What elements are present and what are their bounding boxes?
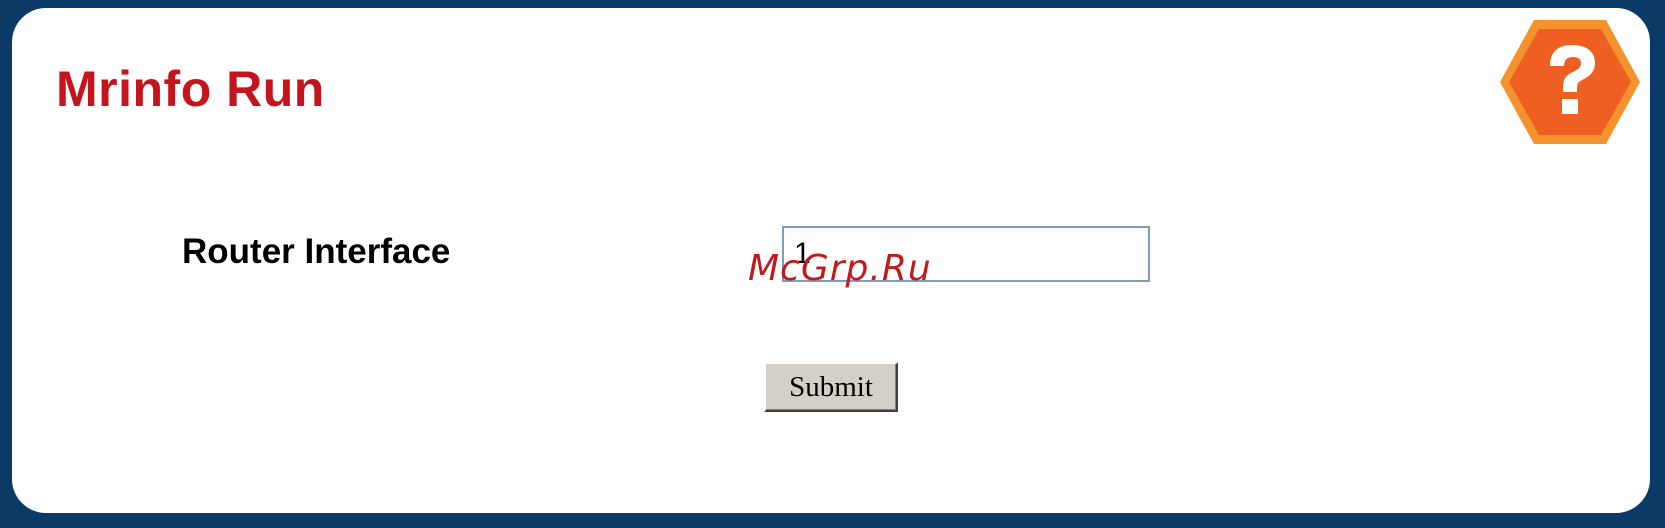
- router-interface-label: Router Interface: [182, 232, 451, 271]
- help-icon[interactable]: [1498, 18, 1642, 146]
- content-panel: Mrinfo Run Router Interface McGrp.Ru Sub…: [12, 8, 1650, 513]
- page-title: Mrinfo Run: [56, 61, 325, 117]
- submit-button[interactable]: Submit: [764, 362, 898, 412]
- router-interface-input[interactable]: [782, 226, 1150, 282]
